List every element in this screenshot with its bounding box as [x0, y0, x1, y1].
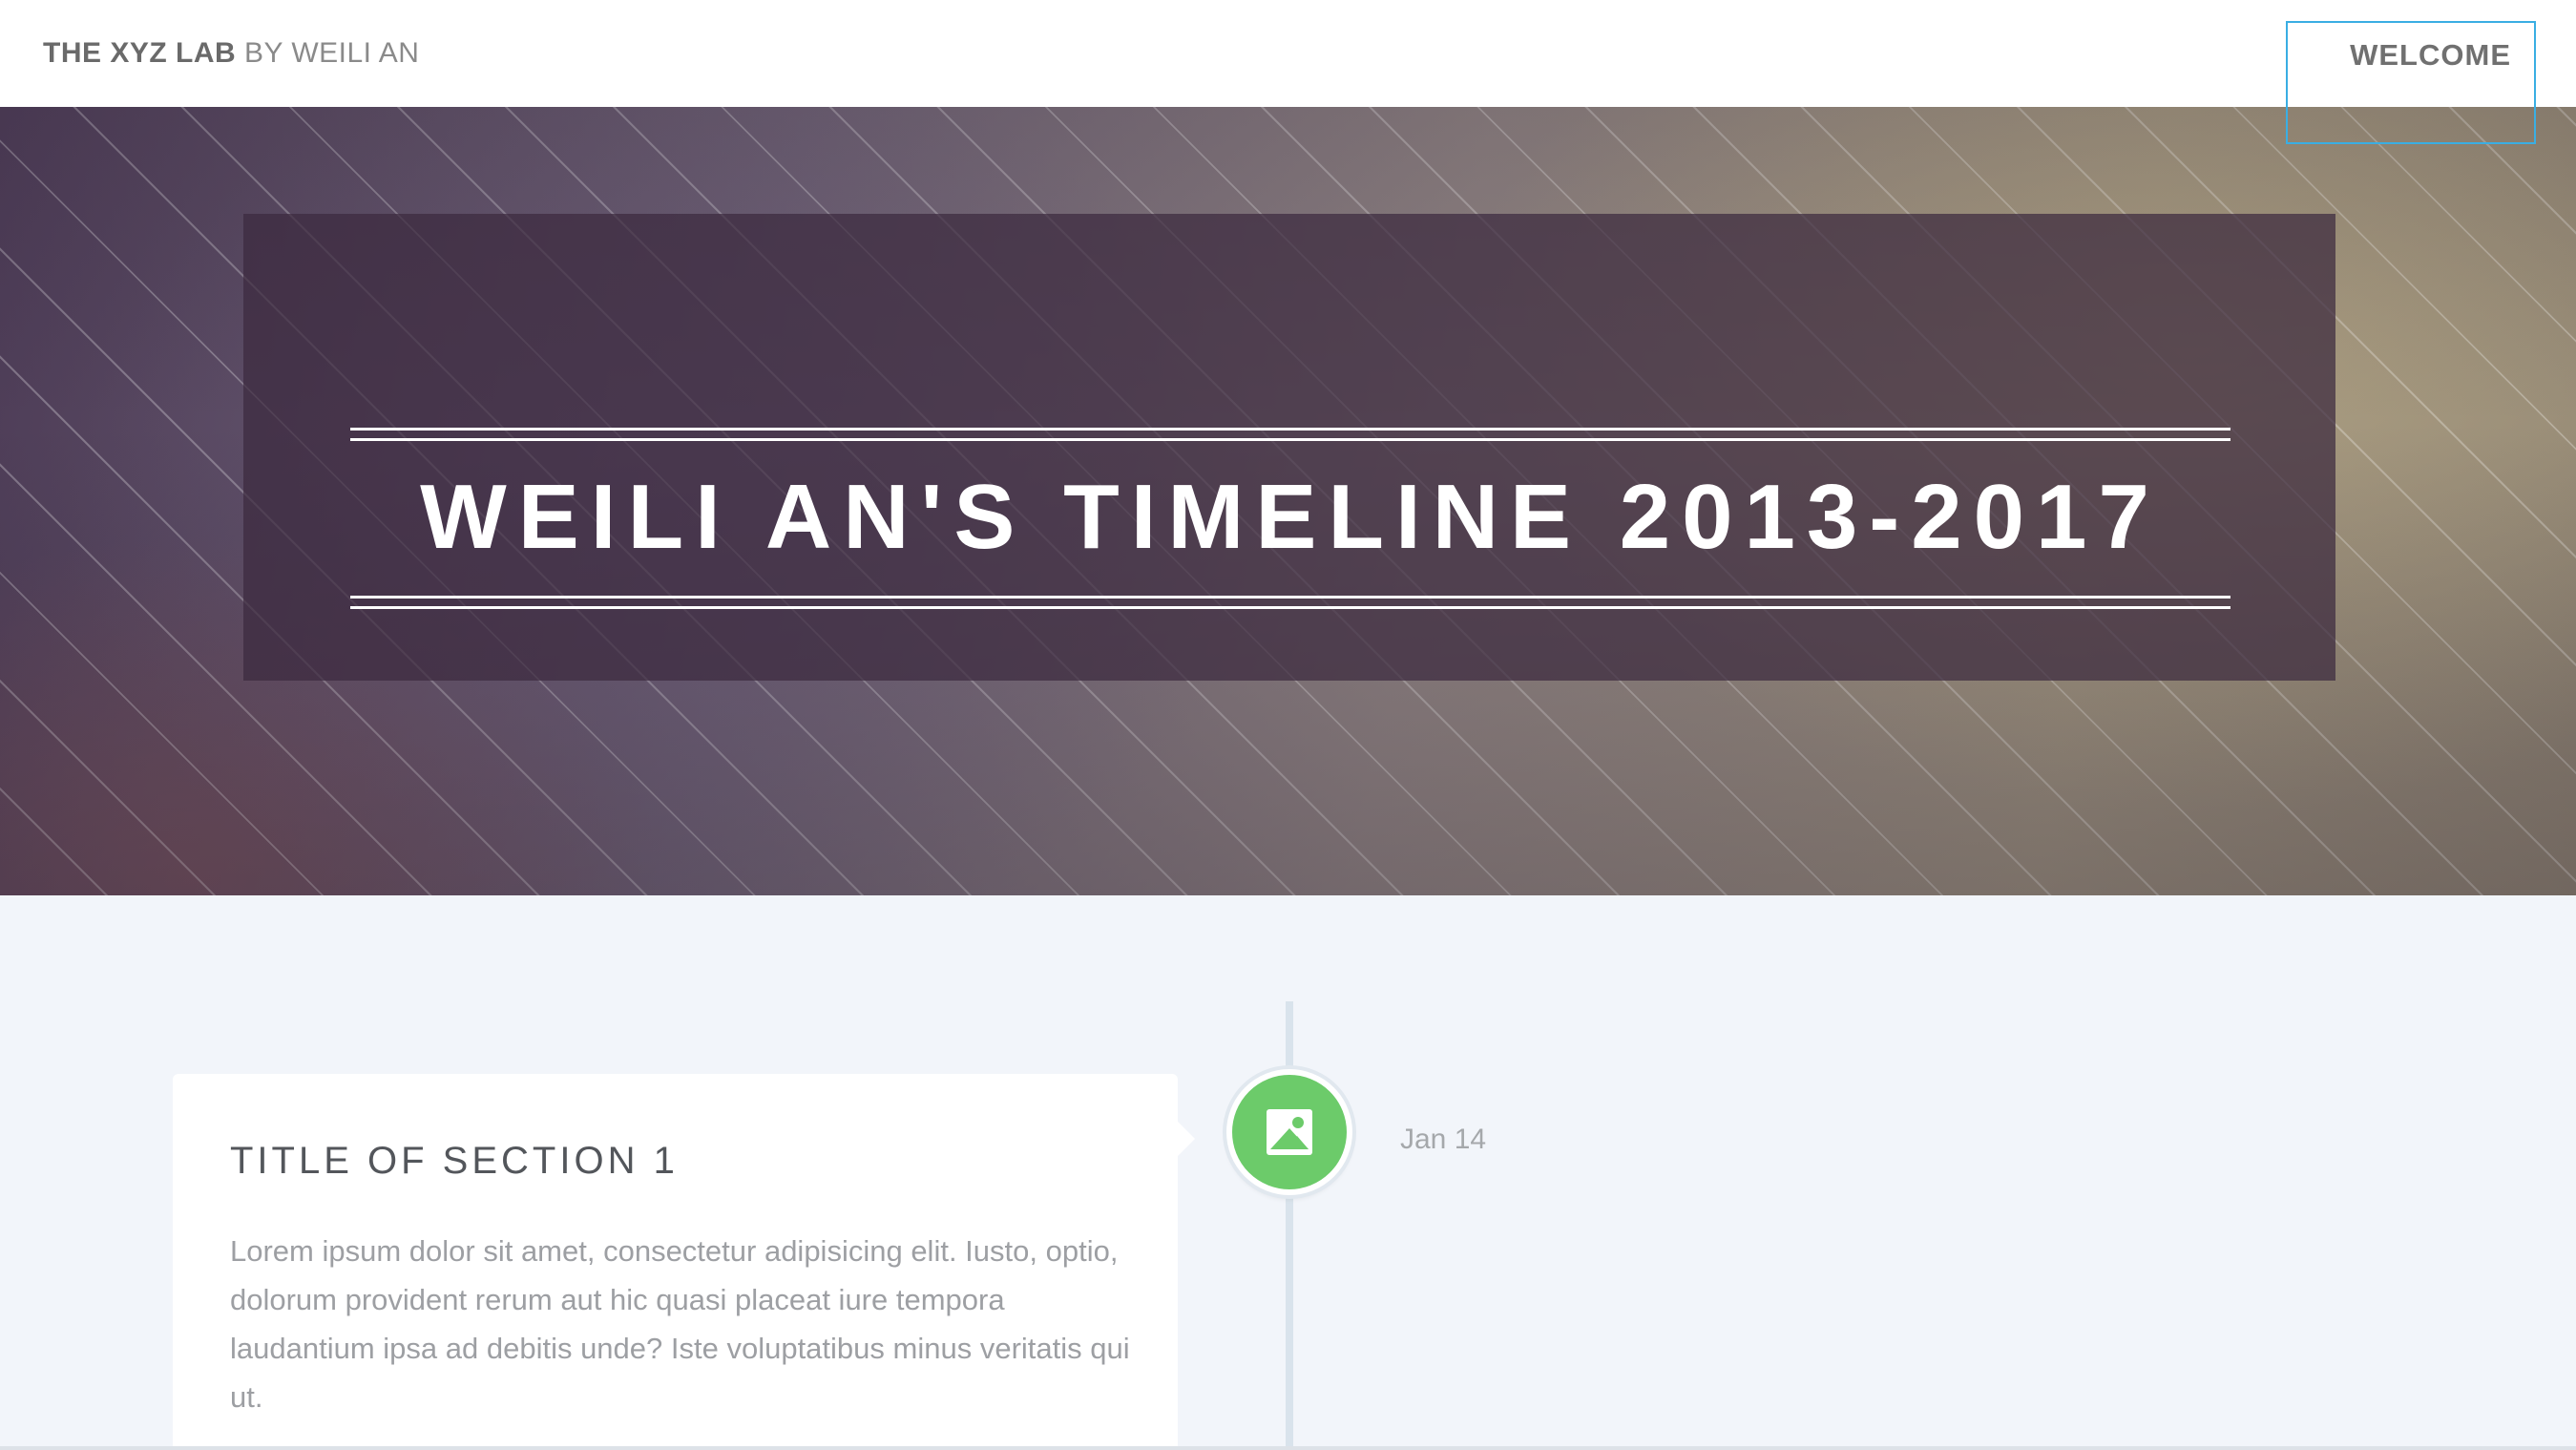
nav-welcome-label: WELCOME — [2350, 38, 2511, 72]
timeline-section: TITLE OF SECTION 1 Lorem ipsum dolor sit… — [0, 895, 2576, 1450]
hero-title-panel: WEILI AN'S TIMELINE 2013-2017 — [243, 214, 2335, 681]
hero-rule-bottom — [350, 596, 2230, 609]
brand-byline: BY WEILI AN — [244, 37, 420, 69]
page-bottom-border — [0, 1446, 2576, 1450]
picture-icon-sun — [1292, 1117, 1304, 1128]
brand-logo-link[interactable]: THE XYZ LAB BY WEILI AN — [43, 34, 419, 73]
hero-banner: WEILI AN'S TIMELINE 2013-2017 — [0, 107, 2576, 895]
picture-icon — [1267, 1109, 1312, 1155]
top-navbar: THE XYZ LAB BY WEILI AN — [0, 0, 2576, 107]
timeline-date: Jan 14 — [1400, 1124, 1487, 1155]
nav-welcome-link[interactable]: WELCOME — [2286, 21, 2536, 144]
brand-name: THE XYZ LAB — [43, 37, 237, 69]
hero-rule-top — [350, 428, 2230, 441]
picture-icon-mountain-small — [1286, 1136, 1309, 1149]
timeline-card-title: TITLE OF SECTION 1 — [230, 1140, 679, 1182]
page-title: WEILI AN'S TIMELINE 2013-2017 — [420, 466, 2161, 568]
timeline-card-body: Lorem ipsum dolor sit amet, consectetur … — [230, 1234, 1130, 1414]
timeline-card: TITLE OF SECTION 1 Lorem ipsum dolor sit… — [173, 1074, 1195, 1450]
timeline-node — [1226, 1069, 1352, 1195]
